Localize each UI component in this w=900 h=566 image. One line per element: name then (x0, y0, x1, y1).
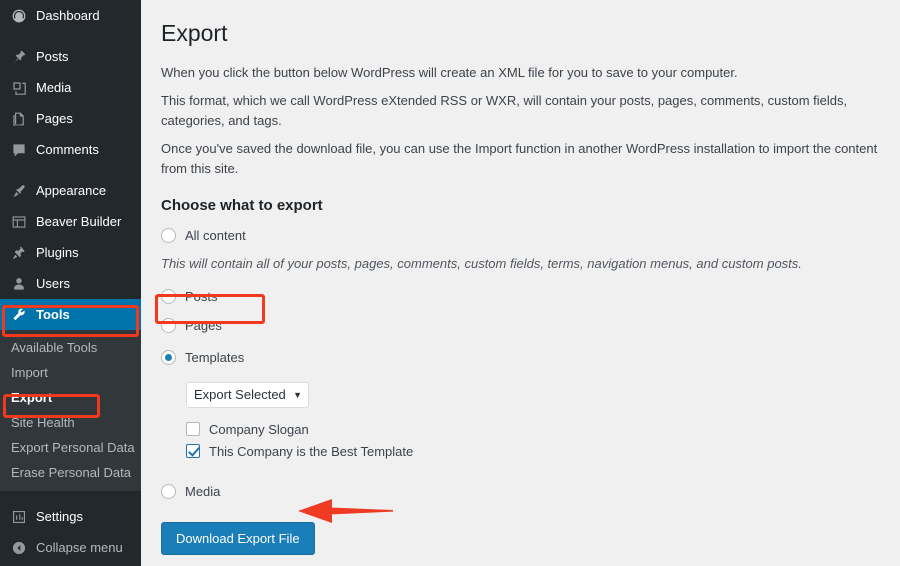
submenu-item-erase-personal-data[interactable]: Erase Personal Data (0, 460, 141, 485)
collapse-arrow-icon (11, 540, 27, 556)
sidebar-item-pages[interactable]: Pages (0, 103, 141, 134)
pages-icon (11, 111, 27, 127)
sidebar-item-label: Settings (36, 509, 83, 524)
sidebar-item-plugins[interactable]: Plugins (0, 237, 141, 268)
checkbox-best-template[interactable] (186, 444, 200, 459)
sidebar-item-label: Beaver Builder (36, 214, 122, 229)
sidebar-item-label: Dashboard (36, 8, 100, 23)
sidebar-item-collapse-menu[interactable]: Collapse menu (0, 532, 141, 563)
radio-posts[interactable] (161, 288, 176, 304)
radio-pages[interactable] (161, 317, 176, 333)
sidebar-item-label: Posts (36, 49, 69, 64)
sidebar-item-comments[interactable]: Comments (0, 134, 141, 165)
all-content-note: This will contain all of your posts, pag… (161, 256, 802, 272)
submenu-item-import[interactable]: Import (0, 360, 141, 385)
menu-separator (0, 491, 141, 501)
sidebar-item-dashboard[interactable]: Dashboard (0, 0, 141, 31)
pin-icon (11, 49, 27, 65)
dashboard-icon (11, 8, 27, 24)
menu-separator (0, 165, 141, 175)
radio-media[interactable] (161, 483, 176, 499)
sidebar-item-label: Appearance (36, 183, 107, 198)
export-description-1: When you click the button below WordPres… (161, 64, 738, 80)
settings-icon (11, 509, 27, 525)
sidebar-item-settings[interactable]: Settings (0, 501, 141, 532)
radio-label-pages: Pages (185, 317, 222, 333)
radio-option-templates[interactable]: Templates (161, 347, 880, 368)
radio-option-pages[interactable]: Pages (161, 315, 880, 336)
checkbox-label-company-slogan: Company Slogan (209, 421, 309, 437)
admin-sidebar: Dashboard Posts Media Pages Comments App… (0, 0, 141, 566)
radio-label-templates: Templates (185, 349, 245, 365)
media-icon (11, 80, 27, 96)
brush-icon (11, 183, 27, 199)
menu-separator (0, 31, 141, 41)
sidebar-item-media[interactable]: Media (0, 72, 141, 103)
sidebar-item-posts[interactable]: Posts (0, 41, 141, 72)
download-export-file-button[interactable]: Download Export File (161, 521, 315, 555)
tools-submenu: Available Tools Import Export Site Healt… (0, 330, 141, 491)
comments-icon (11, 142, 27, 158)
checkbox-label-best-template: This Company is the Best Template (209, 443, 414, 459)
submenu-item-export-personal-data[interactable]: Export Personal Data (0, 435, 141, 460)
user-icon (11, 276, 27, 292)
checkbox-row-best-template[interactable]: This Company is the Best Template (186, 444, 880, 459)
templates-options-group: Export Selected All Templates ▼ Company … (186, 378, 880, 459)
sidebar-item-label: Pages (36, 111, 73, 126)
checkbox-company-slogan[interactable] (186, 422, 200, 437)
export-selected-dropdown-wrap[interactable]: Export Selected All Templates ▼ (186, 381, 309, 408)
export-description-2: This format, which we call WordPress eXt… (161, 93, 848, 128)
wrench-icon (11, 307, 27, 323)
sidebar-item-label: Users (36, 276, 70, 291)
sidebar-item-appearance[interactable]: Appearance (0, 175, 141, 206)
plugins-icon (11, 245, 27, 261)
radio-option-all-content[interactable]: All content (161, 225, 880, 246)
layout-icon (11, 214, 27, 230)
sidebar-item-label: Tools (36, 307, 70, 322)
choose-what-to-export-heading: Choose what to export (161, 197, 323, 215)
checkbox-row-company-slogan[interactable]: Company Slogan (186, 422, 880, 437)
main-content: Export When you click the button below W… (141, 0, 900, 566)
radio-option-media[interactable]: Media (161, 481, 880, 502)
radio-option-posts[interactable]: Posts (161, 286, 880, 307)
export-description-3: Once you've saved the download file, you… (161, 141, 878, 176)
export-selected-dropdown[interactable]: Export Selected All Templates (186, 381, 309, 408)
sidebar-item-label: Media (36, 80, 72, 95)
sidebar-item-label: Comments (36, 142, 99, 157)
radio-templates[interactable] (161, 349, 176, 365)
sidebar-item-tools[interactable]: Tools (0, 299, 141, 330)
submenu-item-site-health[interactable]: Site Health (0, 410, 141, 435)
sidebar-item-label: Plugins (36, 245, 79, 260)
radio-label-media: Media (185, 483, 221, 499)
radio-label-all-content: All content (185, 228, 246, 244)
sidebar-item-users[interactable]: Users (0, 268, 141, 299)
submenu-item-export[interactable]: Export (0, 385, 141, 410)
page-title: Export (161, 20, 228, 46)
sidebar-item-label: Collapse menu (36, 540, 123, 555)
radio-label-posts: Posts (185, 288, 218, 304)
radio-all-content[interactable] (161, 228, 176, 244)
submenu-item-available-tools[interactable]: Available Tools (0, 335, 141, 360)
sidebar-item-beaver-builder[interactable]: Beaver Builder (0, 206, 141, 237)
